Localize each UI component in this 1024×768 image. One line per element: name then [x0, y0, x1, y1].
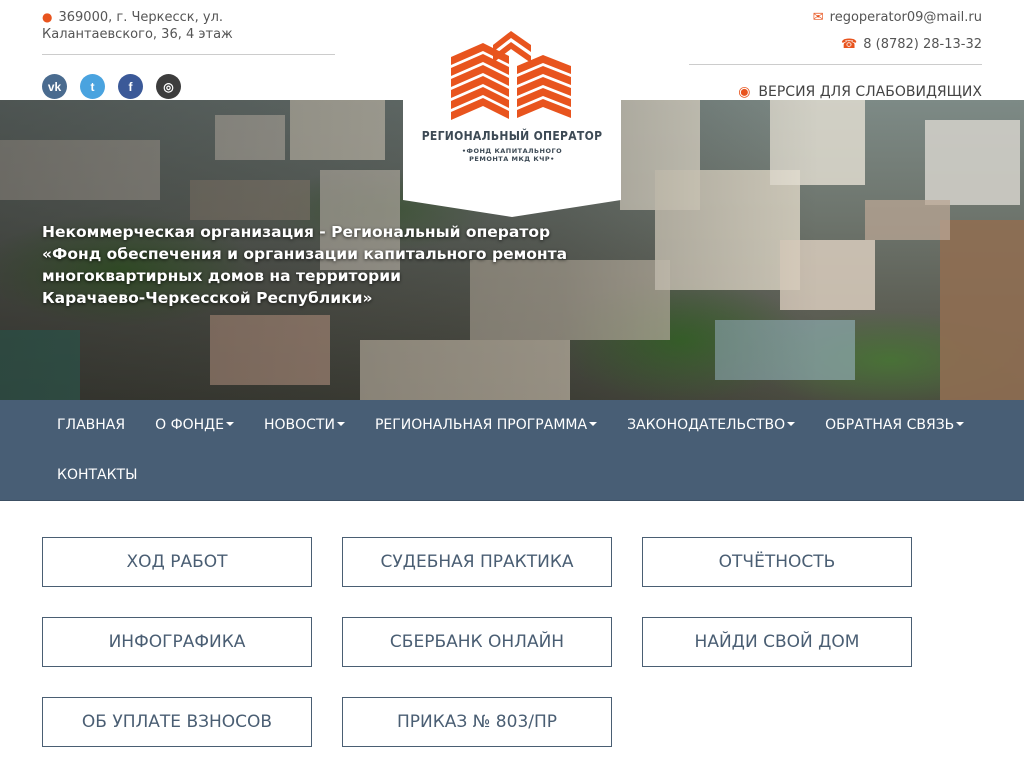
- nav-item-label: НОВОСТИ: [263, 417, 335, 433]
- tile-sberbank-online-button[interactable]: СБЕРБАНК ОНЛАЙН: [342, 617, 612, 667]
- twitter-icon[interactable]: t: [80, 74, 105, 99]
- tile-find-your-house-button[interactable]: НАЙДИ СВОЙ ДОМ: [642, 617, 912, 667]
- nav-item-regional-program[interactable]: РЕГИОНАЛЬНАЯ ПРОГРАММА: [360, 400, 612, 450]
- tile-order-803-button[interactable]: ПРИКАЗ № 803/ПР: [342, 697, 612, 747]
- tile-work-progress-button[interactable]: ХОД РАБОТ: [42, 537, 312, 587]
- accessibility-label: ВЕРСИЯ ДЛЯ СЛАБОВИДЯЩИХ: [758, 84, 982, 100]
- hero-title-line: «Фонд обеспечения и организации капиталь…: [42, 245, 568, 263]
- hero-title-line: Некоммерческая организация - Региональны…: [42, 223, 551, 241]
- tile-court-practice-button[interactable]: СУДЕБНАЯ ПРАКТИКА: [342, 537, 612, 587]
- nav-item-label: КОНТАКТЫ: [57, 467, 138, 483]
- caret-down-icon: [787, 422, 796, 426]
- hero-title: Некоммерческая организация - Региональны…: [42, 221, 582, 309]
- logo-card: [403, 0, 621, 217]
- social-links: vk t f ◎: [42, 74, 181, 99]
- contacts-divider: [689, 64, 982, 65]
- nav-row: КОНТАКТЫ: [42, 450, 152, 500]
- contacts-block: ✉ regoperator09@mail.ru ☎ 8 (8782) 28-13-3…: [813, 9, 982, 63]
- hero-title-line: Карачаево-Черкесской Республики»: [42, 289, 373, 307]
- main-navigation: ГЛАВНАЯ О ФОНДЕ НОВОСТИ РЕГИОНАЛЬНАЯ ПРО…: [0, 400, 1024, 501]
- instagram-icon[interactable]: ◎: [156, 74, 181, 99]
- eye-icon: ◉: [738, 84, 751, 100]
- nav-item-label: ГЛАВНАЯ: [57, 417, 126, 433]
- nav-item-home[interactable]: ГЛАВНАЯ: [42, 400, 140, 450]
- phone-icon: ☎: [841, 37, 858, 52]
- nav-item-label: РЕГИОНАЛЬНАЯ ПРОГРАММА: [374, 417, 588, 433]
- caret-down-icon: [336, 422, 345, 426]
- hero-title-line: многоквартирных домов на территории: [42, 267, 401, 285]
- nav-item-news[interactable]: НОВОСТИ: [249, 400, 360, 450]
- tile-reports-button[interactable]: ОТЧЁТНОСТЬ: [642, 537, 912, 587]
- logo-subtitle-line: РЕМОНТА МКД КЧР•: [469, 155, 555, 163]
- logo-subtitle: •ФОНД КАПИТАЛЬНОГО РЕМОНТА МКД КЧР•: [403, 147, 621, 163]
- email-link[interactable]: regoperator09@mail.ru: [830, 10, 982, 25]
- caret-down-icon: [225, 422, 234, 426]
- site-logo[interactable]: РЕГИОНАЛЬНЫЙ ОПЕРАТОР •ФОНД КАПИТАЛЬНОГО…: [403, 0, 621, 217]
- nav-item-contacts[interactable]: КОНТАКТЫ: [42, 450, 152, 500]
- nav-row: ГЛАВНАЯ О ФОНДЕ НОВОСТИ РЕГИОНАЛЬНАЯ ПРО…: [42, 400, 979, 450]
- map-marker-icon: ●: [42, 10, 53, 24]
- nav-item-label: ОБРАТНАЯ СВЯЗЬ: [825, 417, 955, 433]
- tile-payment-button[interactable]: ОБ УПЛАТЕ ВЗНОСОВ: [42, 697, 312, 747]
- nav-item-feedback[interactable]: ОБРАТНАЯ СВЯЗЬ: [810, 400, 979, 450]
- facebook-icon[interactable]: f: [118, 74, 143, 99]
- address-block: ● 369000, г. Черкесск, ул. Калантаевского…: [42, 9, 335, 43]
- nav-item-label: О ФОНДЕ: [155, 417, 224, 433]
- logo-title: РЕГИОНАЛЬНЫЙ ОПЕРАТОР: [421, 129, 603, 143]
- logo-subtitle-line: •ФОНД КАПИТАЛЬНОГО: [461, 147, 563, 155]
- address-divider: [42, 54, 335, 55]
- nav-item-label: ЗАКОНОДАТЕЛЬСТВО: [627, 417, 786, 433]
- accessibility-version-link[interactable]: ◉ ВЕРСИЯ ДЛЯ СЛАБОВИДЯЩИХ: [738, 84, 982, 100]
- nav-item-about[interactable]: О ФОНДЕ: [140, 400, 249, 450]
- phone-link[interactable]: 8 (8782) 28-13-32: [863, 37, 982, 52]
- nav-item-legislation[interactable]: ЗАКОНОДАТЕЛЬСТВО: [612, 400, 810, 450]
- tile-infographics-button[interactable]: ИНФОГРАФИКА: [42, 617, 312, 667]
- caret-down-icon: [589, 422, 598, 426]
- caret-down-icon: [956, 422, 965, 426]
- vk-icon[interactable]: vk: [42, 74, 67, 99]
- address-text: 369000, г. Черкесск, ул. Калантаевского,…: [42, 10, 233, 42]
- envelope-icon: ✉: [812, 10, 824, 25]
